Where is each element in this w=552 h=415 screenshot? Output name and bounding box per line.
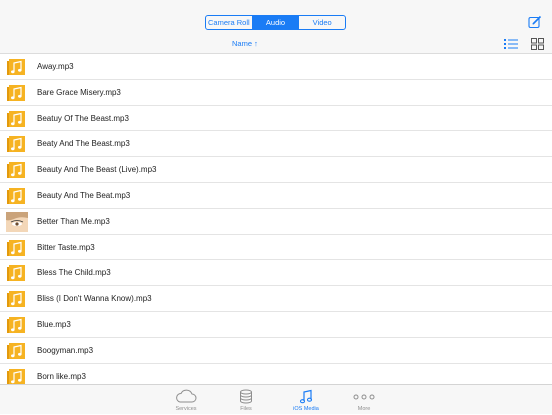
file-row[interactable]: Boogyman.mp3 xyxy=(0,338,552,364)
file-name: Bless The Child.mp3 xyxy=(37,268,111,278)
music-file-icon xyxy=(7,368,25,384)
file-row[interactable]: Bare Grace Misery.mp3 xyxy=(0,80,552,106)
tab-services-label: Services xyxy=(175,406,197,412)
music-file-icon xyxy=(7,239,25,256)
tab-more[interactable]: More xyxy=(334,385,394,415)
edit-icon[interactable] xyxy=(528,15,542,29)
file-row[interactable]: Bitter Taste.mp3 xyxy=(0,235,552,261)
top-toolbar: Camera Roll Audio Video xyxy=(0,0,552,34)
file-name: Bare Grace Misery.mp3 xyxy=(37,87,121,97)
file-row[interactable]: Beauty And The Beast (Live).mp3 xyxy=(0,157,552,183)
file-name: Beaty And The Beast.mp3 xyxy=(37,139,130,149)
list-view-icon[interactable] xyxy=(504,38,518,50)
tab-more-label: More xyxy=(357,406,371,412)
tab-ios-media[interactable]: iOS Media xyxy=(276,385,336,415)
grid-view-icon[interactable] xyxy=(531,38,544,50)
file-row[interactable]: Away.mp3 xyxy=(0,54,552,80)
file-row[interactable]: Blue.mp3 xyxy=(0,312,552,338)
tab-ios-media-label: iOS Media xyxy=(293,406,319,412)
file-name: Boogyman.mp3 xyxy=(37,345,94,355)
more-dots-icon xyxy=(353,394,375,400)
music-file-icon xyxy=(7,265,25,282)
file-name: Away.mp3 xyxy=(37,62,74,71)
file-row[interactable]: Beaty And The Beast.mp3 xyxy=(0,131,552,158)
music-file-icon xyxy=(7,59,25,75)
music-file-icon xyxy=(7,187,25,204)
music-file-icon xyxy=(7,136,25,153)
file-name: Bitter Taste.mp3 xyxy=(37,242,95,252)
file-name: Beatuy Of The Beast.mp3 xyxy=(37,113,129,123)
segment-camera-roll[interactable]: Camera Roll xyxy=(206,16,253,29)
tab-files[interactable]: Files xyxy=(216,385,276,415)
file-list: Away.mp3 Bare Grace Misery.mp3 Beatuy Of… xyxy=(0,54,552,384)
database-icon xyxy=(240,389,252,404)
music-note-icon xyxy=(299,389,313,404)
music-file-icon xyxy=(7,162,25,179)
file-name: Blue.mp3 xyxy=(37,319,71,329)
music-file-icon xyxy=(7,84,25,101)
cloud-icon xyxy=(176,389,197,403)
music-file-icon xyxy=(7,291,25,308)
file-name: Born like.mp3 xyxy=(37,371,86,381)
tab-services[interactable]: Services xyxy=(156,385,216,415)
tab-files-label: Files xyxy=(240,406,252,412)
file-name: Beauty And The Beast (Live).mp3 xyxy=(37,165,157,175)
segment-audio[interactable]: Audio xyxy=(252,16,300,29)
segment-video[interactable]: Video xyxy=(299,16,345,29)
sort-by-name-button[interactable]: Name ↑ xyxy=(232,39,258,48)
file-row[interactable]: Better Than Me.mp3 xyxy=(0,209,552,235)
album-art-thumbnail xyxy=(6,211,28,232)
file-name: Bliss (I Don't Wanna Know).mp3 xyxy=(37,294,152,304)
music-file-icon xyxy=(7,110,25,127)
file-name: Beauty And The Beat.mp3 xyxy=(37,190,131,200)
bottom-tab-bar: Services Files iOS Media More xyxy=(0,384,552,414)
file-name: Better Than Me.mp3 xyxy=(37,216,110,226)
media-type-segmented-control: Camera Roll Audio Video xyxy=(205,15,346,30)
file-row[interactable]: Beatuy Of The Beast.mp3 xyxy=(0,106,552,132)
music-file-icon xyxy=(7,342,25,359)
file-row[interactable]: Bliss (I Don't Wanna Know).mp3 xyxy=(0,286,552,312)
music-file-icon xyxy=(7,316,25,333)
file-row[interactable]: Born like.mp3 xyxy=(0,364,552,384)
file-row[interactable]: Beauty And The Beat.mp3 xyxy=(0,183,552,209)
sort-bar: Name ↑ xyxy=(0,34,552,54)
file-row[interactable]: Bless The Child.mp3 xyxy=(0,260,552,287)
